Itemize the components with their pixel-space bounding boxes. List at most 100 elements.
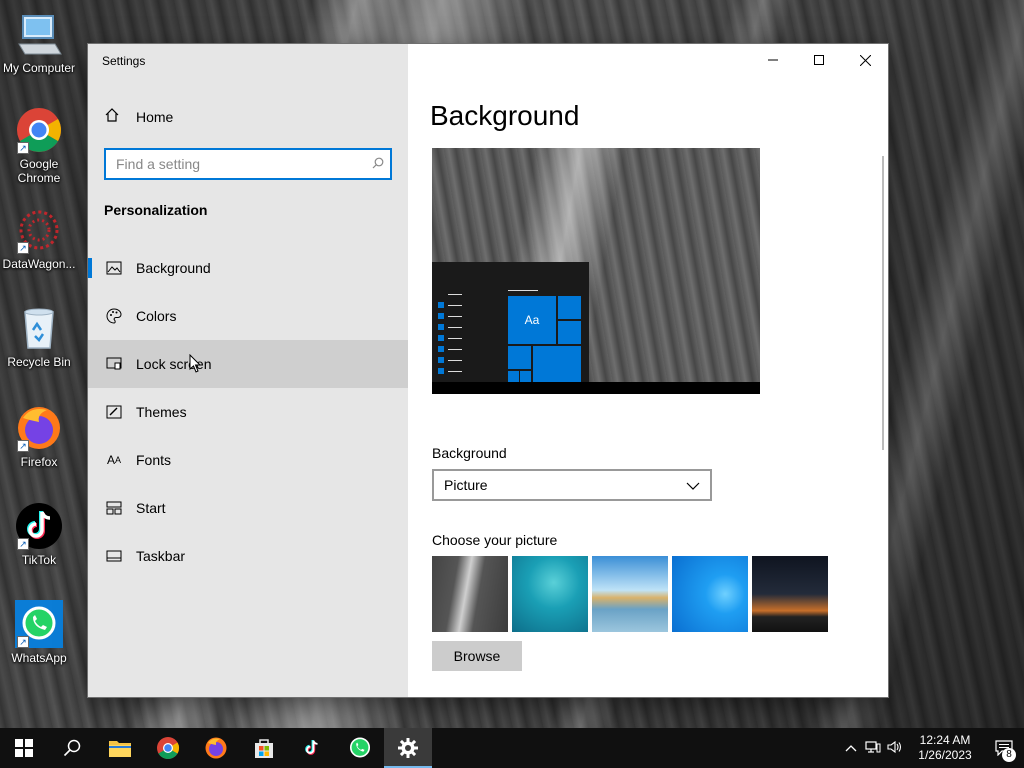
taskbar-firefox[interactable] — [192, 728, 240, 768]
clock-time: 12:24 AM — [919, 733, 971, 747]
preview-tile — [508, 346, 531, 369]
picture-thumbnail-beach[interactable] — [592, 556, 668, 632]
preview-tile-large: Aa — [508, 296, 556, 344]
folder-icon — [109, 741, 131, 757]
taskbar-settings[interactable] — [384, 728, 432, 768]
search-input[interactable] — [106, 150, 366, 178]
computer-icon — [15, 10, 63, 58]
sidebar-item-start[interactable]: Start — [88, 484, 408, 532]
settings-sidebar: Settings Home Personalization Background — [88, 44, 408, 697]
desktop-icon-label: DataWagon... — [2, 257, 76, 271]
desktop-icon-label: Recycle Bin — [7, 355, 71, 369]
volume-icon[interactable] — [884, 740, 906, 757]
tiktok-icon: ↗ — [15, 502, 63, 550]
taskbar-whatsapp[interactable] — [336, 728, 384, 768]
datawagon-icon: ↗ — [15, 206, 63, 254]
firefox-icon: ↗ — [15, 404, 63, 452]
whatsapp-icon — [349, 737, 371, 758]
desktop-icon-label: Firefox — [20, 455, 58, 469]
search-button[interactable] — [48, 728, 96, 768]
search-icon — [63, 739, 81, 757]
picture-thumbnail-underwater[interactable] — [512, 556, 588, 632]
background-dropdown-value: Picture — [444, 477, 488, 493]
shortcut-arrow-icon: ↗ — [17, 242, 29, 254]
font-icon: AA — [106, 453, 122, 467]
picture-thumbnails — [432, 556, 828, 632]
sidebar-item-label: Fonts — [136, 452, 172, 468]
clock[interactable]: 12:24 AM 1/26/2023 — [912, 733, 978, 763]
sidebar-home[interactable]: Home — [88, 100, 408, 134]
search-icon[interactable] — [366, 157, 390, 172]
store-icon — [255, 739, 273, 758]
action-center-button[interactable]: 8 — [984, 728, 1024, 768]
desktop-icon-tiktok[interactable]: ↗ TikTok — [0, 502, 78, 567]
desktop-icon-my-computer[interactable]: My Computer — [0, 10, 78, 75]
preview-tile — [508, 371, 519, 382]
section-title: Personalization — [104, 202, 208, 218]
picture-thumbnail-windows[interactable] — [672, 556, 748, 632]
taskbar-chrome[interactable] — [144, 728, 192, 768]
preview-tile — [533, 346, 581, 382]
home-icon — [104, 107, 124, 128]
sidebar-item-taskbar[interactable]: Taskbar — [88, 532, 408, 580]
taskbar-microsoft-store[interactable] — [240, 728, 288, 768]
sidebar-item-label: Background — [136, 260, 211, 276]
background-preview: Aa — [432, 148, 760, 394]
background-label: Background — [432, 445, 507, 461]
system-tray: 12:24 AM 1/26/2023 8 — [840, 728, 1024, 768]
desktop-icon-label: My Computer — [2, 61, 76, 75]
chevron-up-icon[interactable] — [840, 741, 862, 755]
sidebar-item-colors[interactable]: Colors — [88, 292, 408, 340]
desktop-icon-label: TikTok — [21, 553, 57, 567]
taskbar-file-explorer[interactable] — [96, 728, 144, 768]
start-button[interactable] — [0, 728, 48, 768]
notification-count-badge: 8 — [1002, 748, 1016, 762]
preview-tile — [558, 296, 581, 319]
desktop-icon-label: WhatsApp — [11, 651, 67, 665]
shortcut-arrow-icon: ↗ — [17, 636, 29, 648]
sidebar-item-label: Colors — [136, 308, 177, 324]
palette-icon — [104, 308, 124, 324]
mouse-cursor-icon — [189, 354, 202, 373]
search-box — [104, 148, 392, 180]
sidebar-item-fonts[interactable]: AA Fonts — [88, 436, 408, 484]
sidebar-item-themes[interactable]: Themes — [88, 388, 408, 436]
lock-screen-icon — [104, 357, 124, 371]
desktop-icon-recycle-bin[interactable]: Recycle Bin — [0, 304, 78, 369]
sidebar-item-label: Start — [136, 500, 166, 516]
page-title: Background — [430, 100, 580, 131]
recycle-bin-icon — [15, 304, 63, 352]
clock-date: 1/26/2023 — [918, 748, 972, 762]
gear-icon — [398, 738, 418, 758]
picture-thumbnail-rock[interactable] — [432, 556, 508, 632]
shortcut-arrow-icon: ↗ — [17, 142, 29, 154]
preview-menu-list — [438, 290, 468, 378]
sidebar-item-lock-screen[interactable]: Lock screen — [88, 340, 408, 388]
shortcut-arrow-icon: ↗ — [17, 440, 29, 452]
taskbar-icon — [104, 550, 124, 562]
taskbar-tiktok[interactable] — [288, 728, 336, 768]
chrome-icon: ↗ — [15, 106, 63, 154]
taskbar: 12:24 AM 1/26/2023 8 — [0, 728, 1024, 768]
picture-icon — [104, 261, 124, 275]
window-title: Settings — [102, 54, 146, 68]
desktop-icon-whatsapp[interactable]: ↗ WhatsApp — [0, 600, 78, 665]
whatsapp-icon: ↗ — [15, 600, 63, 648]
settings-window: Settings Home Personalization Background — [88, 44, 888, 697]
browse-button[interactable]: Browse — [432, 641, 522, 671]
preview-tile — [558, 321, 581, 344]
desktop-icon-google-chrome[interactable]: ↗ Google Chrome — [0, 106, 78, 185]
sidebar-item-label: Taskbar — [136, 548, 186, 564]
background-dropdown[interactable]: Picture — [432, 469, 712, 501]
network-icon[interactable] — [862, 740, 884, 757]
preview-line — [508, 290, 538, 291]
sidebar-home-label: Home — [136, 109, 174, 125]
sidebar-item-label: Themes — [136, 404, 187, 420]
picture-thumbnail-night-sky[interactable] — [752, 556, 828, 632]
sidebar-item-background[interactable]: Background — [88, 244, 408, 292]
content-scrollbar[interactable] — [882, 156, 884, 450]
desktop-icon-datawagon[interactable]: ↗ DataWagon... — [0, 206, 78, 271]
windows-logo-icon — [15, 739, 33, 757]
desktop-icon-firefox[interactable]: ↗ Firefox — [0, 404, 78, 469]
brush-icon — [104, 405, 124, 419]
